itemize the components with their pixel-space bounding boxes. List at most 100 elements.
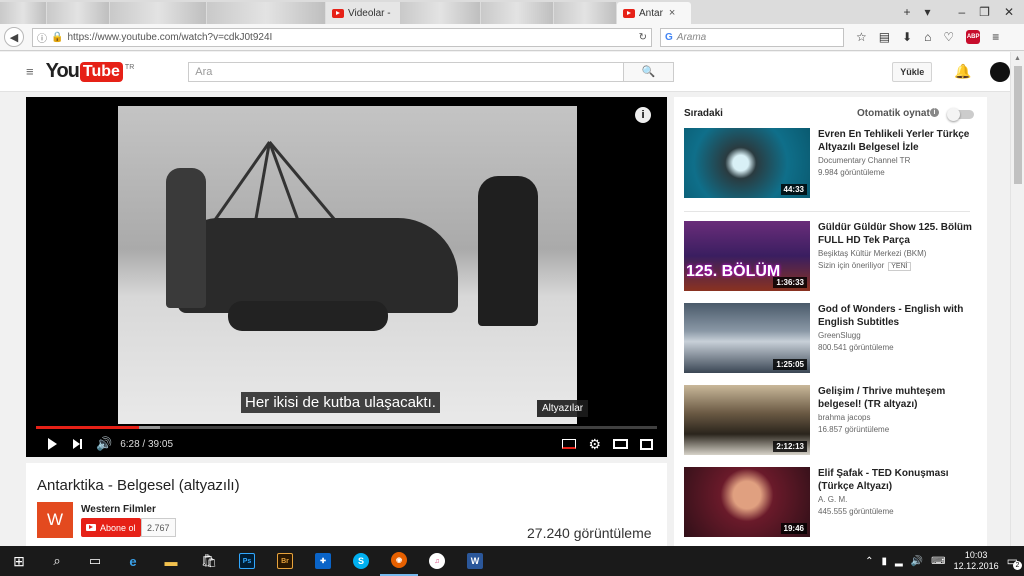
bridge-icon[interactable]: Br [266,546,304,576]
youtube-play-icon [86,524,96,531]
play-icon[interactable] [48,438,57,450]
browser-search-input[interactable]: G Arama [660,27,844,47]
browser-tab[interactable] [47,2,109,24]
video-item-title[interactable]: Elif Şafak - TED Konuşması (Türkçe Altya… [818,467,976,493]
store-icon[interactable]: 🛍 [190,546,228,576]
keyboard-icon[interactable]: ⌨ [931,556,945,567]
edge-icon[interactable]: e [114,546,152,576]
up-next-heading: Sıradaki [684,108,723,119]
video-thumbnail[interactable]: 44:33 [684,128,810,198]
notifications-bell-icon[interactable]: 🔔 [954,63,971,80]
browser-tab[interactable] [0,2,46,24]
window-controls: + ▾ – ❐ ✕ [903,0,1024,24]
info-card-icon[interactable]: i [635,107,651,123]
minimize-button[interactable]: – [958,5,965,19]
video-thumbnail[interactable]: 19:46 [684,467,810,537]
tab-list-icon[interactable]: ▾ [924,5,930,19]
action-center-icon[interactable]: ▭ 2 [1007,554,1022,570]
autoplay-toggle[interactable] [947,108,974,121]
volume-icon[interactable]: 🔊 [96,436,112,452]
captions-icon[interactable] [562,439,577,449]
theater-mode-icon[interactable] [613,439,628,449]
fullscreen-icon[interactable] [640,438,653,450]
settings-gear-icon[interactable]: ⚙ [588,436,601,453]
close-window-button[interactable]: ✕ [1004,5,1014,19]
video-item-title[interactable]: Güldür Güldür Show 125. Bölüm FULL HD Te… [818,221,976,247]
search-icon[interactable]: ⌕ [38,546,76,576]
word-icon[interactable]: W [456,546,494,576]
youtube-search-input[interactable]: Ara [188,61,625,82]
video-thumbnail[interactable]: 125. BÖLÜM 1:36:33 [684,221,810,291]
system-tray: ⌃ ▮ ▂ 🔊 ⌨ 10:03 12.12.2016 ▭ 2 [865,550,1024,572]
back-button[interactable]: ◀ [4,27,24,47]
restore-button[interactable]: ❐ [979,5,990,19]
youtube-favicon-icon [332,8,344,18]
list-item[interactable]: 2:12:13 Gelişim / Thrive muhteşem belges… [684,385,974,457]
view-count: 27.240 görüntüleme [527,525,652,541]
browser-tab[interactable] [207,2,325,24]
browser-tab[interactable] [481,2,553,24]
shield-app-icon[interactable]: ✚ [304,546,342,576]
youtube-logo[interactable]: You Tube TR [46,60,135,83]
list-item[interactable]: 1:25:05 God of Wonders - English with En… [684,303,974,375]
browser-tab-videolar[interactable]: Videolar - [326,2,400,24]
page-scrollbar[interactable]: ▲ [1010,52,1024,546]
list-item[interactable]: 19:46 Elif Şafak - TED Konuşması (Türkçe… [684,467,974,539]
search-icon: 🔍 [641,66,656,78]
pocket-icon[interactable]: ♡ [943,30,954,44]
browser-tab[interactable] [554,2,616,24]
video-item-title[interactable]: Evren En Tehlikeli Yerler Türkçe Altyazı… [818,128,976,154]
reading-list-icon[interactable]: ▤ [879,30,890,44]
progress-bar[interactable] [36,426,657,429]
windows-logo-icon: ⊞ [13,552,25,569]
video-item-title[interactable]: God of Wonders - English with English Su… [818,303,976,329]
info-icon[interactable]: ⓘ [37,30,47,45]
list-item[interactable]: 44:33 Evren En Tehlikeli Yerler Türkçe A… [684,128,974,200]
tab-close-icon[interactable]: × [669,7,675,19]
guide-menu-icon[interactable]: ≡ [26,64,34,79]
battery-icon[interactable]: ▮ [882,556,888,567]
network-icon[interactable]: ▂ [895,556,903,567]
video-item-views: 800.541 görüntüleme [818,343,894,352]
bookmark-star-icon[interactable]: ☆ [856,30,867,44]
browser-tab-active[interactable]: Antar × [617,2,691,24]
browser-tab[interactable] [400,2,480,24]
channel-name[interactable]: Western Filmler [81,504,156,515]
show-hidden-icons-icon[interactable]: ⌃ [865,556,873,567]
video-item-title[interactable]: Gelişim / Thrive muhteşem belgesel! (TR … [818,385,976,411]
menu-icon[interactable]: ≡ [992,30,999,44]
download-icon[interactable]: ⬇ [902,30,912,44]
lock-icon: 🔒 [51,31,64,43]
scroll-up-icon[interactable]: ▲ [1014,55,1021,62]
duration-badge: 1:25:05 [773,359,807,370]
new-tab-button[interactable]: + [903,5,910,19]
video-thumbnail[interactable]: 1:25:05 [684,303,810,373]
list-item[interactable]: 125. BÖLÜM 1:36:33 Güldür Güldür Show 12… [684,221,974,293]
channel-avatar[interactable]: W [37,502,73,538]
skype-icon[interactable]: S [342,546,380,576]
url-bar[interactable]: ⓘ 🔒 https://www.youtube.com/watch?v=cdkJ… [32,27,652,47]
start-button[interactable]: ⊞ [0,546,38,576]
scrollbar-thumb[interactable] [1014,66,1022,184]
itunes-icon[interactable]: ♫ [418,546,456,576]
firefox-icon[interactable]: ◉ [380,546,418,576]
video-player[interactable]: i Her ikisi de kutba ulaşacaktı. Altyazı… [26,97,667,457]
video-item-channel: brahma jacops [818,413,871,422]
autoplay-info-icon[interactable]: i [930,108,939,117]
browser-tab[interactable] [110,2,206,24]
reload-icon[interactable]: ↻ [639,32,647,43]
task-view-icon[interactable]: ▭ [76,546,114,576]
photoshop-icon[interactable]: Ps [228,546,266,576]
video-thumbnail[interactable]: 2:12:13 [684,385,810,455]
adblock-icon[interactable]: ABP [966,30,981,44]
file-explorer-icon[interactable]: ▬ [152,546,190,576]
video-frame [118,106,577,424]
upload-button[interactable]: Yükle [892,61,933,82]
clock[interactable]: 10:03 12.12.2016 [954,550,999,572]
next-video-icon[interactable] [73,439,82,449]
volume-tray-icon[interactable]: 🔊 [911,556,923,567]
search-button[interactable]: 🔍 [624,61,675,82]
subscribe-button[interactable]: Abone ol [81,518,141,537]
avatar[interactable] [989,61,1010,82]
home-icon[interactable]: ⌂ [924,30,931,44]
